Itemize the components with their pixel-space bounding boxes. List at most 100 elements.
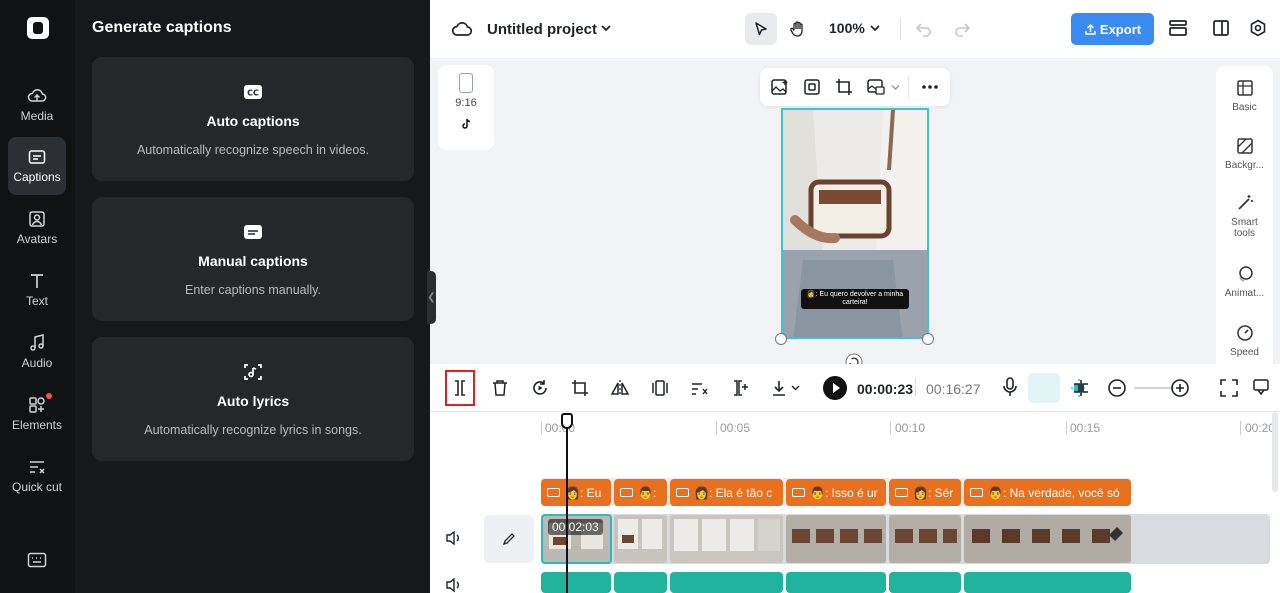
resize-handle[interactable] xyxy=(775,333,787,345)
keyboard-shortcuts-button[interactable] xyxy=(27,551,47,569)
resize-handle[interactable] xyxy=(922,333,934,345)
video-clip[interactable] xyxy=(670,515,783,563)
more-icon[interactable] xyxy=(921,84,939,90)
caption-text: 👩: Sér xyxy=(913,485,954,500)
auto-snap-button[interactable] xyxy=(1028,373,1060,403)
chevron-down-icon[interactable] xyxy=(891,84,900,91)
card-description: Enter captions manually. xyxy=(185,283,321,297)
magic-wand-icon xyxy=(1237,195,1253,210)
music-note-icon xyxy=(30,334,44,351)
rp-item-speed[interactable]: Speed xyxy=(1216,324,1273,358)
video-clip[interactable] xyxy=(614,515,667,563)
total-time: 00:16:27 xyxy=(926,381,981,397)
undo-icon[interactable] xyxy=(915,20,933,38)
download-dropdown[interactable] xyxy=(768,376,804,400)
rp-item-basic[interactable]: Basic xyxy=(1216,79,1273,113)
comment-icon[interactable] xyxy=(1252,378,1270,396)
playhead[interactable] xyxy=(566,418,568,593)
rail-item-media[interactable]: Media xyxy=(8,76,66,134)
chevron-down-icon[interactable] xyxy=(600,23,612,33)
ruler-tick: 00:10 xyxy=(895,421,926,435)
ruler-line xyxy=(890,421,891,435)
crop-icon[interactable] xyxy=(835,78,853,96)
caption-text: 👨: Na verdade, você só xyxy=(988,485,1120,500)
volume-icon[interactable] xyxy=(445,577,463,593)
redo-icon[interactable] xyxy=(953,20,971,38)
cloud-save-icon xyxy=(451,22,473,36)
audio-segment[interactable] xyxy=(614,572,667,593)
rp-item-animation[interactable]: Animat... xyxy=(1216,265,1273,299)
flip-button[interactable] xyxy=(608,376,632,400)
caption-segment[interactable]: 👨: Na verdade, você só xyxy=(964,479,1131,506)
divider xyxy=(915,378,916,396)
crop-button[interactable] xyxy=(568,376,592,400)
zoom-in-icon[interactable] xyxy=(1170,378,1190,398)
freeze-button[interactable] xyxy=(648,376,672,400)
export-button[interactable]: Export xyxy=(1071,13,1154,45)
caption-segment[interactable]: 👨: Isso é ur xyxy=(786,479,886,506)
animation-icon xyxy=(1238,266,1253,282)
audio-segment[interactable] xyxy=(541,572,611,593)
subtitle-icon xyxy=(676,488,689,497)
audio-adjust-button[interactable] xyxy=(688,376,712,400)
zoom-slider[interactable] xyxy=(1134,387,1174,389)
rail-item-captions[interactable]: Captions xyxy=(8,137,66,195)
audio-segment[interactable] xyxy=(889,572,961,593)
focus-frame-icon[interactable] xyxy=(803,78,821,96)
image-adjust-icon[interactable] xyxy=(866,78,886,96)
fit-screen-icon[interactable] xyxy=(1220,379,1238,397)
auto-lyrics-card[interactable]: Auto lyrics Automatically recognize lyri… xyxy=(92,337,414,461)
manual-captions-card[interactable]: Manual captions Enter captions manually. xyxy=(92,197,414,321)
rp-item-smart-tools[interactable]: Smart tools xyxy=(1216,194,1273,239)
rp-item-background[interactable]: Backgr... xyxy=(1216,137,1273,171)
rail-item-avatars[interactable]: Avatars xyxy=(8,199,66,257)
rail-item-audio[interactable]: Audio xyxy=(8,323,66,381)
caption-segment[interactable]: 👩: Ela é tão c xyxy=(670,479,783,506)
audio-segment[interactable] xyxy=(964,572,1131,593)
caption-segment[interactable]: 👩: Eu xyxy=(541,479,611,506)
aspect-ratio-card[interactable]: 9:16 xyxy=(438,65,494,150)
replay-button[interactable] xyxy=(528,376,552,400)
volume-icon[interactable] xyxy=(445,530,463,546)
audio-segment[interactable] xyxy=(670,572,783,593)
split-screen-icon[interactable] xyxy=(1071,378,1091,398)
pencil-icon xyxy=(502,533,515,546)
video-clip[interactable] xyxy=(964,515,1131,563)
zoom-value: 100% xyxy=(829,20,865,36)
delete-button[interactable] xyxy=(488,376,512,400)
edit-cover-button[interactable] xyxy=(484,515,534,563)
zoom-dropdown[interactable]: 100% xyxy=(829,20,880,36)
rail-item-elements[interactable]: Elements xyxy=(8,385,66,443)
playhead-handle[interactable] xyxy=(561,413,573,429)
select-tool-button[interactable] xyxy=(745,13,777,45)
split-add-button[interactable] xyxy=(728,376,752,400)
replace-image-icon[interactable] xyxy=(770,78,790,96)
auto-captions-card[interactable]: CC Auto captions Automatically recognize… xyxy=(92,57,414,181)
lyrics-scan-icon xyxy=(244,364,262,380)
settings-icon[interactable] xyxy=(1249,19,1267,37)
play-button[interactable] xyxy=(823,376,847,400)
caption-segment[interactable]: 👩: Sér xyxy=(889,479,961,506)
rail-label: Media xyxy=(20,109,54,123)
caption-segment[interactable]: 👨: xyxy=(614,479,667,506)
rail-item-text[interactable]: Text xyxy=(8,261,66,319)
video-clip[interactable] xyxy=(786,515,886,563)
layout-panel-icon[interactable] xyxy=(1212,19,1230,37)
zoom-out-icon[interactable] xyxy=(1107,378,1127,398)
layers-icon[interactable] xyxy=(1168,18,1188,38)
rail-item-quick-cut[interactable]: Quick cut xyxy=(8,447,66,513)
rail-label: Captions xyxy=(13,170,61,184)
audio-segment[interactable] xyxy=(786,572,886,593)
rail-label: Avatars xyxy=(16,232,58,246)
project-title[interactable]: Untitled project xyxy=(487,21,597,38)
clip-thumbnail xyxy=(670,515,783,563)
hand-tool-button[interactable] xyxy=(782,13,814,45)
collapse-panel-handle[interactable]: ❮ xyxy=(427,271,436,324)
caption-text: 👩: Ela é tão c xyxy=(694,485,773,500)
video-clip[interactable] xyxy=(889,515,961,563)
rail-label: Elements xyxy=(11,418,63,432)
timeline-scrollbar[interactable] xyxy=(1272,412,1278,492)
microphone-icon[interactable] xyxy=(1002,376,1018,398)
caption-overlay[interactable]: 👩: Eu quero devolver a minha carteira! xyxy=(801,289,909,309)
split-button-highlight xyxy=(445,370,475,406)
